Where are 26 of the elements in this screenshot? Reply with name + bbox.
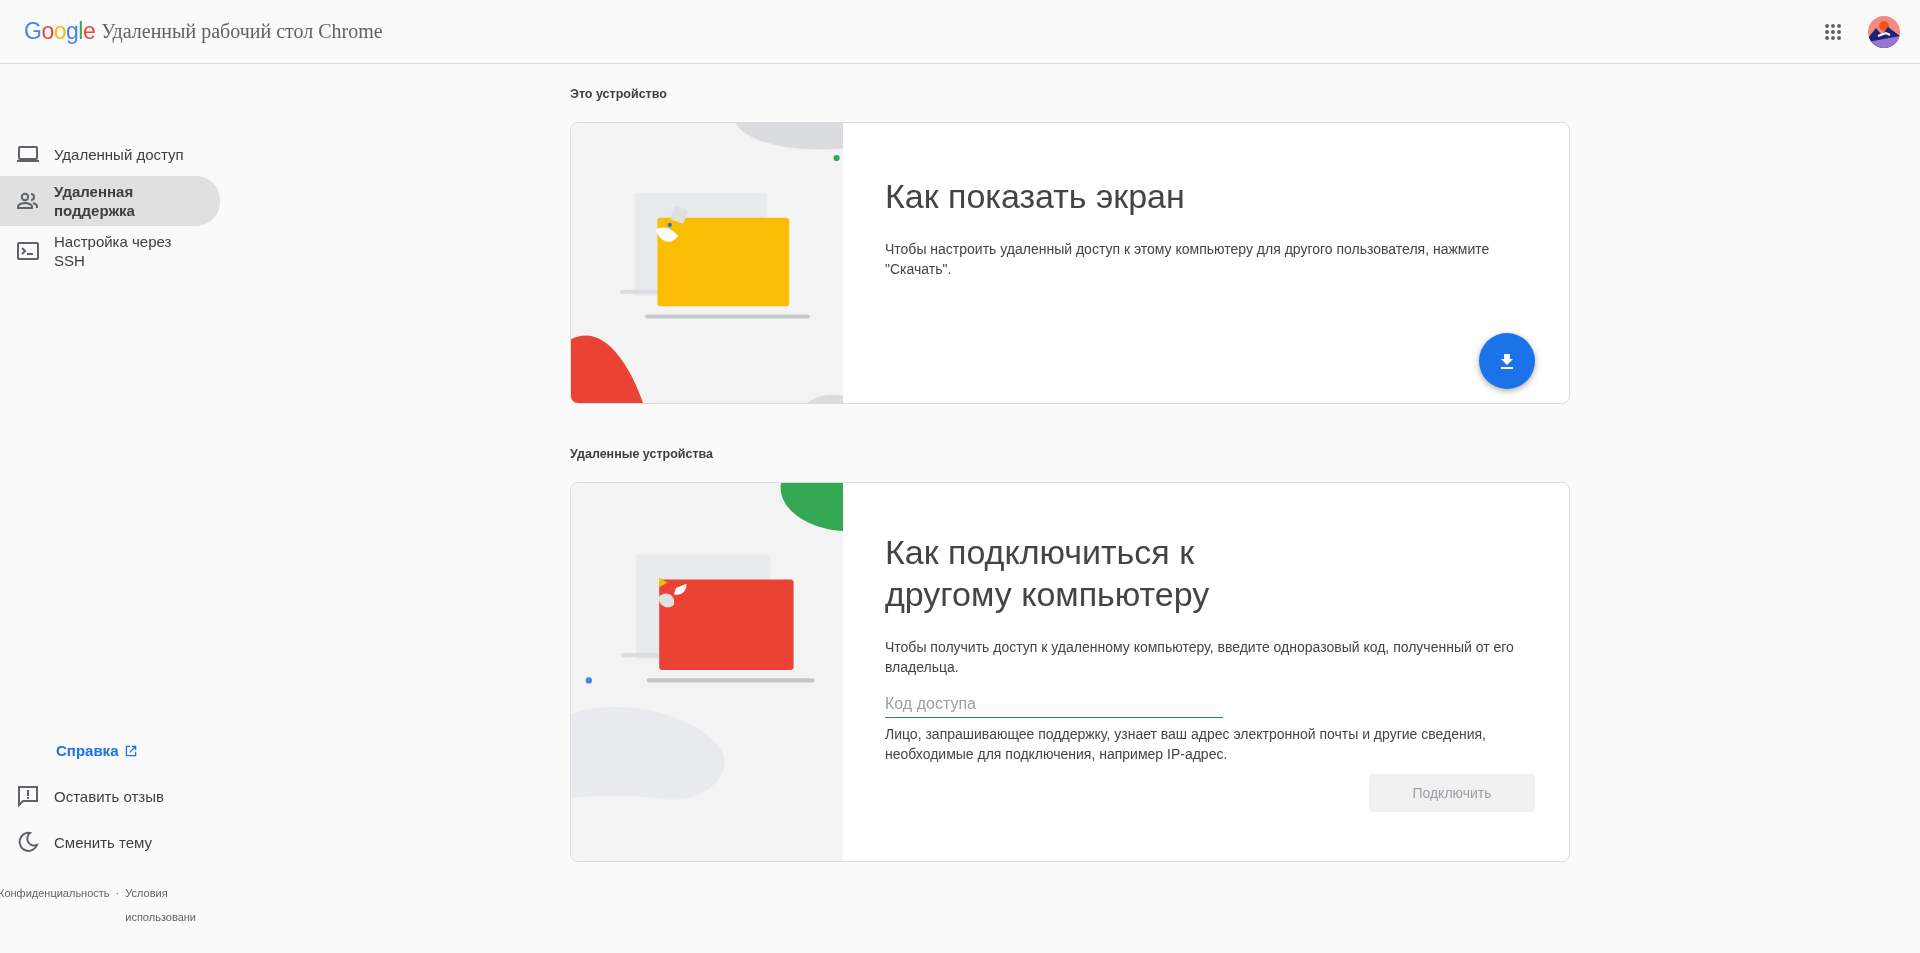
section-heading: Удаленные устройства xyxy=(570,447,715,461)
separator-dot: · xyxy=(115,886,120,901)
card-description: Чтобы получить доступ к удаленному компьютеру, введите одноразовый код, полученный от его владельца. xyxy=(885,638,1515,677)
card-description: Чтобы настроить удаленный доступ к этому компьютеру для другого пользователя, нажмите "Скачать". xyxy=(885,240,1491,279)
apps-icon[interactable] xyxy=(1824,22,1842,41)
avatar-icon[interactable] xyxy=(1868,15,1900,48)
nav-item[interactable]: Удаленная поддержка xyxy=(0,176,220,226)
help-link[interactable]: Справка xyxy=(56,742,119,759)
moon-icon xyxy=(16,830,40,854)
feedback-icon xyxy=(16,784,40,808)
menu-item[interactable]: Оставить отзыв xyxy=(0,773,232,819)
section-heading: Это устройство xyxy=(570,87,668,101)
external-link-icon xyxy=(124,743,139,758)
card-title: Как подключиться к другому компьютеру xyxy=(885,532,1211,615)
access-code-field[interactable]: Код доступа xyxy=(885,695,1223,718)
nav-item[interactable]: Удаленный доступ xyxy=(0,132,220,176)
download-icon xyxy=(1499,352,1515,370)
app-title: Удаленный рабочий стол Chrome xyxy=(101,20,383,43)
card-title: Как показать экран xyxy=(885,176,1186,217)
download-button[interactable] xyxy=(1479,333,1535,389)
helper-text: Лицо, запрашивающее поддержку, узнает ваш адрес электронной почты и другие сведения, необходимые для подключения, например IP-адрес. xyxy=(885,725,1487,764)
google-logo: Google xyxy=(24,18,96,45)
terminal-icon xyxy=(16,239,40,263)
menu-item[interactable]: Сменить тему xyxy=(0,819,232,865)
terms-link[interactable]: Условия использовани xyxy=(125,881,212,929)
nav-item[interactable]: Настройка через SSH xyxy=(0,226,220,276)
